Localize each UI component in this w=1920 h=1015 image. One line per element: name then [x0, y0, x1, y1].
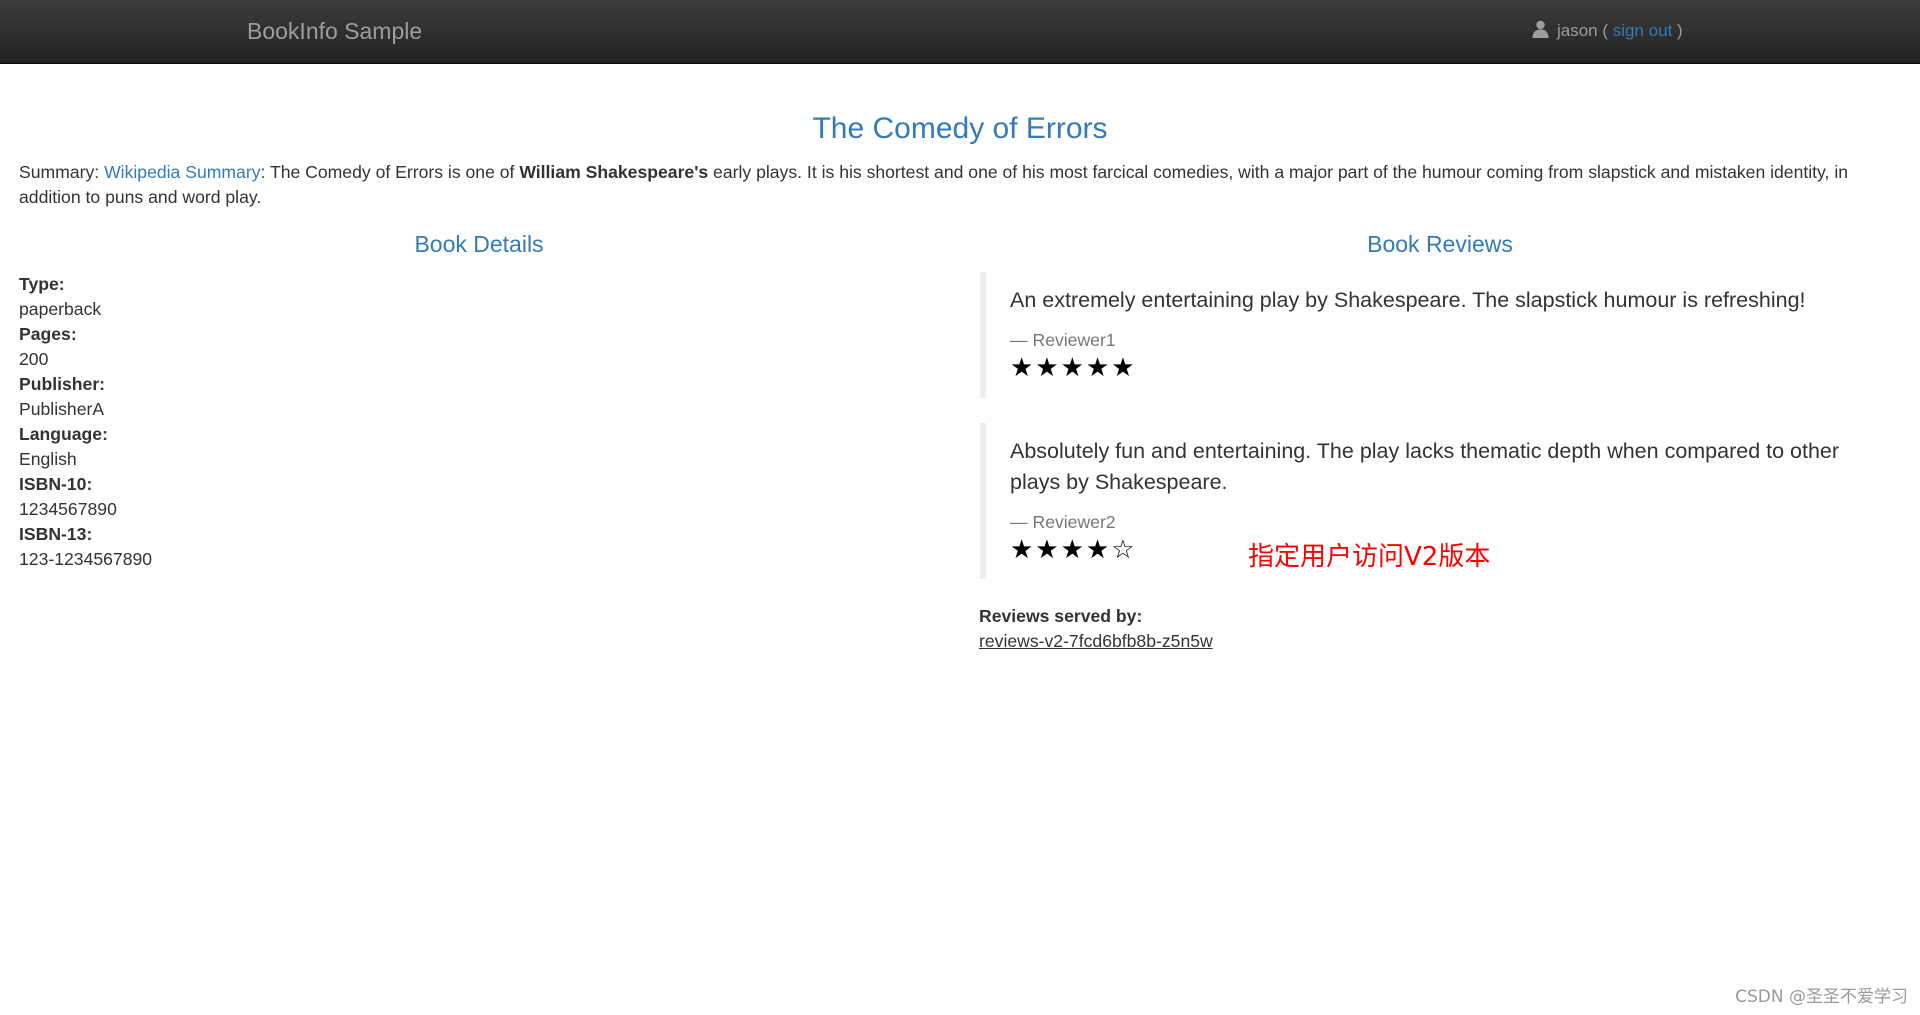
wikipedia-summary-link[interactable]: Wikipedia Summary — [104, 162, 260, 182]
review-1-text: An extremely entertaining play by Shakes… — [1010, 288, 1806, 312]
detail-value-isbn13: 123-1234567890 — [19, 549, 153, 569]
detail-value-publisher: PublisherA — [19, 399, 105, 419]
navbar: BookInfo Sample jason ( sign out ) — [0, 0, 1920, 64]
user-area: jason ( sign out ) — [1532, 20, 1683, 43]
user-icon — [1532, 20, 1549, 43]
review-2-text: Absolutely fun and entertaining. The pla… — [1010, 439, 1840, 494]
detail-label-isbn10: ISBN-10: — [19, 474, 93, 494]
book-details-heading: Book Details — [414, 231, 544, 257]
review-2-reviewer: — Reviewer2 — [1010, 512, 1116, 532]
watermark: CSDN @圣圣不爱学习 — [1735, 987, 1908, 1007]
username: jason — [1557, 21, 1598, 40]
book-reviews-heading: Book Reviews — [1367, 231, 1513, 257]
detail-label-publisher: Publisher: — [19, 374, 106, 394]
detail-value-pages: 200 — [19, 349, 49, 369]
summary-author: William Shakespeare's — [519, 162, 709, 182]
summary-prefix: Summary: — [19, 162, 105, 182]
sign-out-link[interactable]: sign out — [1613, 21, 1673, 40]
close-paren: ) — [1672, 21, 1683, 40]
review-1-reviewer: — Reviewer1 — [1010, 330, 1116, 350]
detail-value-isbn10: 1234567890 — [19, 499, 117, 519]
book-details-list: Type: paperback Pages: 200 Publisher: Pu… — [19, 272, 152, 572]
detail-label-isbn13: ISBN-13: — [19, 524, 93, 544]
review-1: An extremely entertaining play by Shakes… — [980, 272, 1880, 398]
detail-value-type: paperback — [19, 299, 102, 319]
annotation-text: 指定用户访问V2版本 — [1248, 542, 1491, 572]
detail-label-language: Language: — [19, 424, 108, 444]
served-by-pod-link[interactable]: reviews-v2-7fcd6bfb8b-z5n5w — [979, 631, 1213, 651]
detail-label-pages: Pages: — [19, 324, 77, 344]
detail-value-language: English — [19, 449, 77, 469]
served-by-label: Reviews served by: — [979, 606, 1143, 626]
detail-label-type: Type: — [19, 274, 65, 294]
review-1-stars: ★★★★★ — [1010, 353, 1137, 383]
summary-text-1: : The Comedy of Errors is one of — [260, 162, 520, 182]
brand-link[interactable]: BookInfo Sample — [247, 18, 422, 45]
reviews-served-by: Reviews served by: reviews-v2-7fcd6bfb8b… — [979, 604, 1213, 654]
book-summary: Summary: Wikipedia Summary: The Comedy o… — [19, 160, 1879, 210]
open-paren: ( — [1597, 21, 1613, 40]
book-title: The Comedy of Errors — [812, 112, 1108, 145]
